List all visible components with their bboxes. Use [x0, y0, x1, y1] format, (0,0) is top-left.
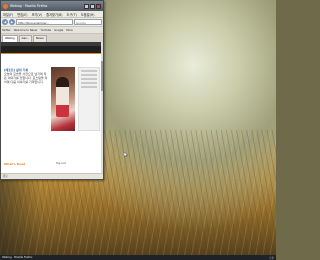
- page-content[interactable]: [레포트] 삶의 기록 오늘의 모습을 사진으로 남기며 작은 이야기를 전합니…: [1, 42, 103, 174]
- sidebar-line: [81, 78, 97, 80]
- site-header: [1, 42, 103, 54]
- article-body: 오늘의 모습을 사진으로 남기며 작은 이야기를 전합니다. 포스팅을 마치며 …: [4, 72, 48, 84]
- navigation-toolbar: ◀ ▶ http://blog.example/... Google: [1, 18, 103, 27]
- system-tray-clock[interactable]: 오후: [269, 256, 274, 260]
- article-photo[interactable]: [51, 67, 75, 131]
- window-titlebar[interactable]: Weblog · Mozilla Firefox: [1, 1, 103, 11]
- menu-help[interactable]: 도움말(H): [81, 12, 95, 17]
- close-button[interactable]: [96, 3, 101, 9]
- scrollbar-thumb[interactable]: [101, 61, 103, 91]
- search-input[interactable]: Google: [74, 19, 102, 25]
- taskbar-item-firefox[interactable]: Weblog · Mozilla Firefox: [2, 256, 32, 259]
- photo-person: [56, 77, 69, 117]
- bookmark-item[interactable]: Google: [54, 29, 63, 32]
- bookmarks-toolbar: Twitter Welcome to Naver YouTube Google …: [1, 27, 103, 34]
- whats-read-heading: What's Read: [4, 162, 26, 166]
- tab-second[interactable]: Gaz...: [18, 35, 33, 42]
- tab-strip: Weblog Gaz... Naver: [1, 34, 103, 42]
- tag-list-heading: Tag List: [56, 162, 66, 165]
- sidebar-widget: [78, 67, 100, 131]
- tab-weblog[interactable]: Weblog: [2, 35, 18, 42]
- sidebar-line: [81, 86, 97, 88]
- tab-third[interactable]: Naver: [33, 35, 47, 42]
- taskbar: Weblog · Mozilla Firefox 오후: [0, 255, 276, 260]
- window-title: Weblog · Mozilla Firefox: [10, 4, 48, 8]
- minimize-button[interactable]: [84, 3, 89, 9]
- menu-edit[interactable]: 편집(E): [17, 12, 27, 17]
- menu-file[interactable]: 파일(F): [3, 12, 13, 17]
- bookmark-item[interactable]: More: [66, 29, 72, 32]
- menu-tools[interactable]: 도구(T): [67, 12, 77, 17]
- menu-bookmarks[interactable]: 즐겨찾기(B): [46, 12, 62, 17]
- menu-bar: 파일(F) 편집(E) 보기(V) 즐겨찾기(B) 도구(T) 도움말(H): [1, 11, 103, 18]
- firefox-icon: [3, 3, 8, 9]
- back-button[interactable]: ◀: [2, 19, 8, 25]
- bookmark-item[interactable]: YouTube: [41, 29, 52, 32]
- mouse-cursor-icon: [124, 152, 128, 157]
- sidebar-line: [81, 70, 97, 72]
- status-bar: 완료: [1, 173, 103, 179]
- site-header-strip: [1, 42, 103, 46]
- article: [레포트] 삶의 기록 오늘의 모습을 사진으로 남기며 작은 이야기를 전합니…: [4, 68, 48, 84]
- url-input[interactable]: http://blog.example/...: [16, 19, 73, 25]
- bookmark-item[interactable]: Welcome to Naver: [14, 29, 38, 32]
- forward-button[interactable]: ▶: [9, 19, 15, 25]
- menu-view[interactable]: 보기(V): [32, 12, 43, 17]
- bookmark-item[interactable]: Twitter: [2, 29, 11, 32]
- sidebar-line: [81, 82, 97, 84]
- sidebar-line: [81, 74, 97, 76]
- maximize-button[interactable]: [90, 3, 95, 9]
- browser-window[interactable]: Weblog · Mozilla Firefox 파일(F) 편집(E) 보기(…: [0, 0, 104, 180]
